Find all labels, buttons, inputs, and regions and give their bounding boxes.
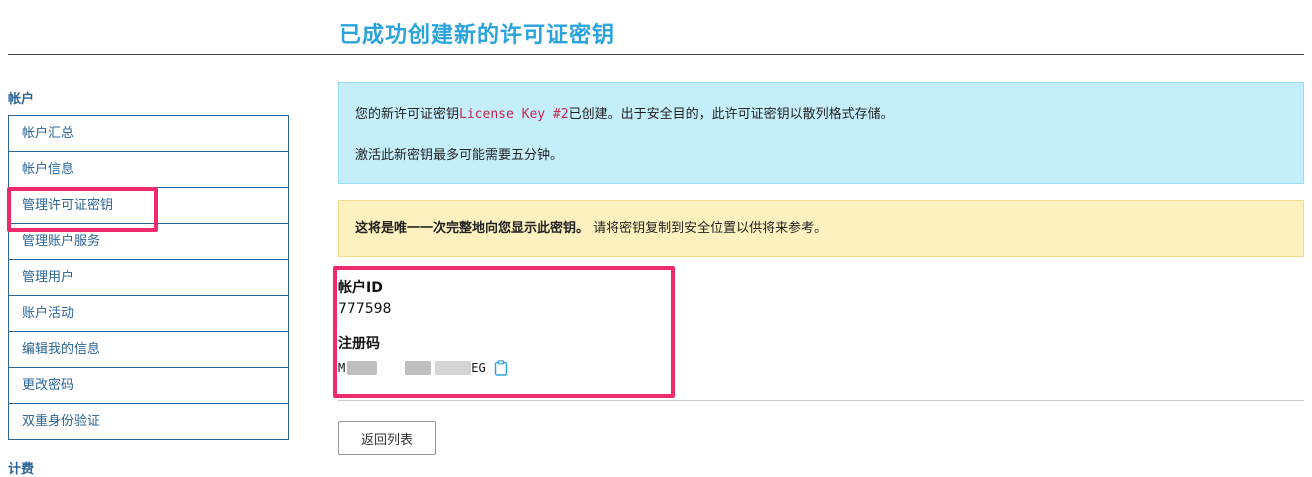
- activation-note: 激活此新密钥最多可能需要五分钟。: [355, 148, 564, 163]
- page-title: 已成功创建新的许可证密钥: [339, 23, 616, 48]
- warning-emphasis: 这将是唯一一次完整地向您显示此密钥。: [355, 221, 590, 236]
- warning-text: 请将密钥复制到安全位置以供将来参考。: [593, 221, 828, 236]
- title-divider: [8, 54, 1304, 55]
- account-highlight-box: [333, 266, 675, 398]
- sidebar-item-two-factor-auth[interactable]: 双重身份验证: [9, 404, 288, 440]
- sidebar-item-account-info[interactable]: 帐户信息: [9, 152, 288, 188]
- sidebar-nav: 帐户汇总 帐户信息 管理许可证密钥 管理账户服务 管理用户 账户活动 编辑我的信…: [8, 115, 289, 440]
- info-alert: 您的新许可证密钥License Key #2已创建。出于安全目的，此许可证密钥以…: [338, 82, 1304, 184]
- sidebar-item-account-summary[interactable]: 帐户汇总: [9, 116, 288, 152]
- license-key-name: License Key #2: [459, 107, 569, 122]
- sidebar-item-edit-my-info[interactable]: 编辑我的信息: [9, 332, 288, 368]
- back-to-list-button[interactable]: 返回列表: [338, 421, 436, 455]
- sidebar-heading-account: 帐户: [8, 92, 35, 107]
- sidebar-item-manage-users[interactable]: 管理用户: [9, 260, 288, 296]
- sidebar-item-change-password[interactable]: 更改密码: [9, 368, 288, 404]
- content-divider: [338, 400, 1304, 401]
- info-suffix: 已创建。出于安全目的，此许可证密钥以散列格式存储。: [568, 107, 894, 122]
- warning-alert: 这将是唯一一次完整地向您显示此密钥。 请将密钥复制到安全位置以供将来参考。: [338, 200, 1304, 257]
- sidebar-highlight-box: [7, 187, 158, 232]
- info-prefix: 您的新许可证密钥: [355, 107, 460, 122]
- info-message: 您的新许可证密钥License Key #2已创建。出于安全目的，此许可证密钥以…: [355, 103, 1287, 122]
- sidebar-item-account-activity[interactable]: 账户活动: [9, 296, 288, 332]
- sidebar-heading-billing: 计费: [8, 462, 35, 477]
